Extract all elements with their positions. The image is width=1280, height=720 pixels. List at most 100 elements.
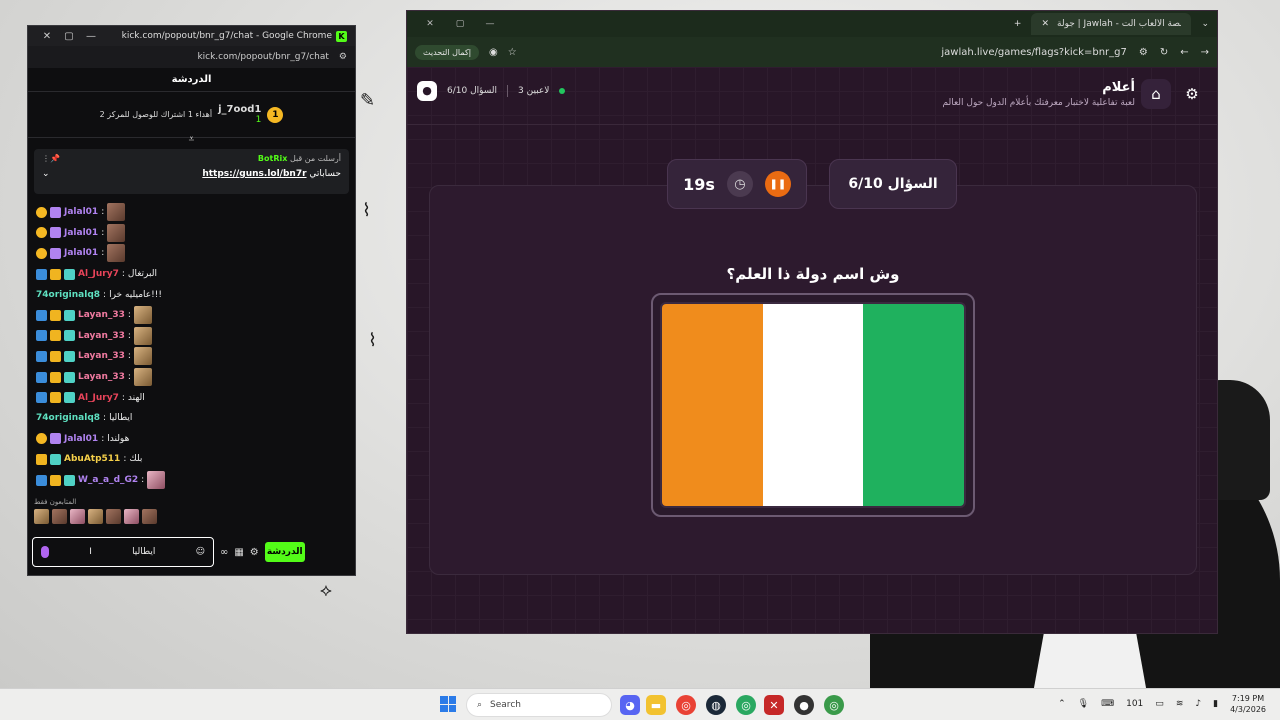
site-settings-icon[interactable]: ⚙ [1139, 47, 1148, 58]
settings-icon[interactable]: ⚙ [250, 547, 259, 558]
chat-username[interactable]: Layan_33 [78, 331, 125, 341]
chat-url[interactable]: kick.com/popout/bnr_g7/chat [197, 52, 328, 62]
emote[interactable] [70, 509, 85, 525]
chat-message-list[interactable]: Jalal01: Jalal01: Jalal01: Al_Jury7: البرتغا… [28, 198, 355, 494]
emote[interactable] [142, 509, 157, 525]
close-tab-icon[interactable]: ✕ [1041, 19, 1049, 29]
tab-list-icon[interactable]: ⌄ [1201, 19, 1209, 29]
emote[interactable] [34, 509, 49, 525]
keyboard-icon[interactable]: ⌨ [1101, 699, 1114, 709]
back-icon[interactable]: ← [1180, 47, 1188, 58]
chat-message[interactable]: Layan_33: [36, 305, 347, 326]
chat-message[interactable]: Jalal01: [36, 243, 347, 264]
chat-message[interactable]: Al_Jury7: الهند [36, 387, 347, 408]
emote[interactable] [52, 509, 67, 525]
emote[interactable] [133, 326, 152, 345]
chat-bubble-icon[interactable]: ● [417, 81, 437, 101]
forward-icon[interactable]: → [1201, 47, 1209, 58]
chat-send-button[interactable]: الدردشة [264, 542, 305, 562]
minimize-icon[interactable]: — [80, 31, 102, 42]
emoji-icon[interactable]: ☺ [196, 547, 205, 557]
emote[interactable] [124, 509, 139, 525]
chat-username[interactable]: Al_Jury7 [78, 269, 119, 279]
chat-username[interactable]: Al_Jury7 [78, 393, 119, 403]
chat-username[interactable]: 74originalq8 [36, 413, 100, 423]
minimize-icon[interactable]: — [475, 19, 505, 29]
chat-message[interactable]: Layan_33: [36, 367, 347, 388]
chat-username[interactable]: W_a_a_d_G2 [78, 475, 138, 485]
chat-username[interactable]: AbuAtp511 [64, 454, 120, 464]
mic-tray-icon[interactable]: 🎙 [1078, 699, 1089, 709]
home-button[interactable]: ⌂ [1141, 79, 1171, 109]
store-icon[interactable]: ▦ [234, 547, 243, 558]
chat-message[interactable]: 74originalq8: عاميليه خرا!!! [36, 284, 347, 305]
chat-username[interactable]: Layan_33 [78, 351, 125, 361]
pin-icon[interactable]: 📌 [50, 154, 60, 163]
close-icon[interactable]: ✕ [415, 19, 445, 29]
tune-icon[interactable]: ⚙ [339, 52, 347, 62]
emote[interactable] [107, 223, 126, 242]
chat-message[interactable]: 74originalq8: ايطاليا [36, 408, 347, 429]
reload-icon[interactable]: ↻ [1160, 47, 1168, 58]
chat-username[interactable]: Jalal01 [64, 248, 98, 258]
chat-username[interactable]: Layan_33 [78, 372, 125, 382]
maximize-icon[interactable]: ▢ [58, 31, 80, 42]
battery-icon[interactable]: ▮ [1213, 699, 1218, 709]
discord-icon[interactable]: ◕ [620, 695, 640, 715]
new-tab-icon[interactable]: + [1014, 19, 1022, 29]
chat-message[interactable]: Al_Jury7: البرتغال [36, 264, 347, 285]
leaderboard[interactable]: أهداء 1 اشتراك للوصول للمركز 2 j_7ood1 1… [28, 92, 355, 138]
wifi-icon[interactable]: ≋ [1176, 699, 1184, 709]
chrome-icon[interactable]: ◎ [676, 695, 696, 715]
emote[interactable] [106, 509, 121, 525]
pause-button[interactable]: ❚❚ [764, 171, 791, 197]
chat-message[interactable]: Jalal01: [36, 202, 347, 223]
chevron-down-icon[interactable]: ⌄ [42, 169, 50, 179]
chat-message[interactable]: Layan_33: [36, 326, 347, 347]
infinity-icon[interactable]: ∞ [220, 547, 228, 558]
pinned-link[interactable]: https://guns.lol/bn7r [202, 169, 306, 179]
chat-input[interactable]: I ايطاليا ☺ [32, 537, 214, 567]
badge-count[interactable]: 101 [1126, 699, 1143, 709]
maximize-icon[interactable]: ▢ [445, 19, 475, 29]
clock[interactable]: 7:19 PM 4/3/2026 [1230, 693, 1266, 715]
emote[interactable] [147, 471, 166, 490]
chrome-profile-icon[interactable]: ◎ [824, 695, 844, 715]
chat-message[interactable]: Jalal01: [36, 223, 347, 244]
x-app-icon[interactable]: ✕ [764, 695, 784, 715]
taskbar-search[interactable]: ⌕ Search [466, 693, 612, 717]
url-field[interactable]: jawlah.live/games/flags?kick=bnr_g7 [941, 47, 1127, 58]
chat-message[interactable]: AbuAtp511: بلك [36, 449, 347, 470]
folder-icon[interactable]: ▬ [646, 695, 666, 715]
media-icon[interactable]: ● [794, 695, 814, 715]
chat-message[interactable]: W_a_a_d_G2: [36, 470, 347, 491]
more-options-icon[interactable]: ⋮ [42, 154, 50, 163]
windows-start-icon[interactable] [440, 696, 456, 712]
expand-chevron-icon[interactable]: ⩡ [28, 135, 355, 145]
emote[interactable] [107, 203, 126, 222]
chat-message[interactable]: Layan_33: [36, 346, 347, 367]
chat-username[interactable]: Layan_33 [78, 310, 125, 320]
emote[interactable] [133, 368, 152, 387]
emote[interactable] [107, 244, 126, 263]
chat-message[interactable]: Jalal01: هولندا [36, 429, 347, 450]
display-icon[interactable]: ▭ [1155, 699, 1164, 709]
microphone-icon[interactable] [41, 546, 49, 558]
chat-username[interactable]: Jalal01 [64, 228, 98, 238]
settings-button[interactable]: ⚙ [1177, 79, 1207, 109]
chrome-alt-icon[interactable]: ◎ [736, 695, 756, 715]
emote[interactable] [133, 306, 152, 325]
browser-tab[interactable]: ✕ جولة | Jawlah - منصة الألعاب الت [1031, 13, 1192, 35]
emote[interactable] [88, 509, 103, 525]
chat-username[interactable]: Jalal01 [64, 434, 98, 444]
emote[interactable] [133, 347, 152, 366]
update-button[interactable]: إكمال التحديث [415, 44, 479, 60]
steam-icon[interactable]: ◍ [706, 695, 726, 715]
close-icon[interactable]: ✕ [36, 31, 58, 42]
chat-username[interactable]: Jalal01 [64, 207, 98, 217]
bookmark-star-icon[interactable]: ☆ [508, 47, 517, 58]
volume-icon[interactable]: ♪ [1195, 699, 1201, 709]
profile-icon[interactable]: ◉ [489, 47, 498, 58]
chat-username[interactable]: 74originalq8 [36, 290, 100, 300]
chevron-up-icon[interactable]: ⌃ [1058, 699, 1066, 709]
